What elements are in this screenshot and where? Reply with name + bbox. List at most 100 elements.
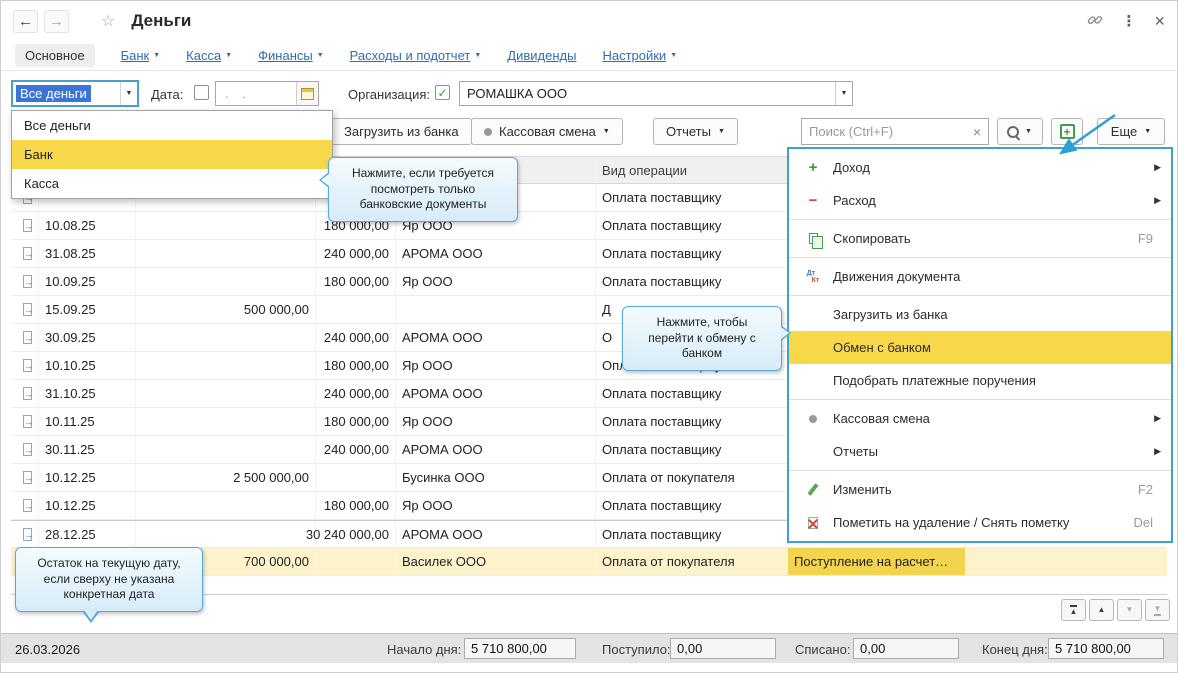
cell-date[interactable]: 31.08.25 [39, 240, 136, 267]
cell-operation[interactable]: Оплата поставщику [596, 492, 788, 519]
cell-operation[interactable]: Оплата поставщику [596, 436, 788, 463]
cell-counterparty[interactable]: Яр ООО [396, 408, 596, 435]
forward-button[interactable]: → [44, 9, 69, 33]
cell-operation[interactable]: Оплата поставщику [596, 212, 788, 239]
cell-amount-in[interactable] [136, 408, 316, 435]
date-checkbox[interactable] [194, 85, 209, 100]
menu-item-expense[interactable]: Расход ▶ [789, 184, 1171, 217]
cell-counterparty[interactable]: АРОМА ООО [396, 521, 596, 547]
cell-counterparty[interactable]: Яр ООО [396, 268, 596, 295]
back-button[interactable]: ← [13, 9, 38, 33]
menu-item-document-movements[interactable]: Движения документа [789, 260, 1171, 293]
date-field[interactable]: . . [215, 81, 319, 106]
menu-item-load-from-bank[interactable]: Загрузить из банка [789, 298, 1171, 331]
menu-item-reports[interactable]: Отчеты ▶ [789, 435, 1171, 468]
cell-amount-in[interactable]: 500 000,00 [136, 296, 316, 323]
link-icon[interactable] [1087, 12, 1103, 31]
first-row-button[interactable]: ▲ [1061, 599, 1086, 621]
cell-operation[interactable]: Оплата поставщику [596, 240, 788, 267]
clear-search-icon[interactable]: × [973, 124, 981, 140]
organization-checkbox[interactable] [435, 85, 450, 100]
cell-counterparty[interactable]: Яр ООО [396, 352, 596, 379]
menu-item-cash-shift[interactable]: Кассовая смена ▶ [789, 402, 1171, 435]
cell-amount-in[interactable] [136, 380, 316, 407]
cell-operation[interactable]: Оплата поставщику [596, 521, 788, 547]
cell-amount-in[interactable] [136, 240, 316, 267]
menu-item-edit[interactable]: Изменить F2 [789, 473, 1171, 506]
cell-amount-out[interactable]: 180 000,00 [316, 492, 396, 519]
menu-item-copy[interactable]: Скопировать F9 [789, 222, 1171, 255]
cell-counterparty[interactable] [396, 296, 596, 323]
more-menu-icon[interactable]: ⋮ [1121, 12, 1136, 30]
cell-date[interactable]: 10.12.25 [39, 492, 136, 519]
tab-dividends[interactable]: Дивиденды [507, 48, 576, 63]
cell-amount-out[interactable] [316, 464, 396, 491]
cell-amount-in[interactable] [136, 352, 316, 379]
tab-finance[interactable]: Финансы ▼ [258, 48, 324, 63]
tab-settings[interactable]: Настройки ▼ [602, 48, 677, 63]
load-from-bank-button[interactable]: Загрузить из банка [331, 118, 472, 145]
cell-amount-out[interactable]: 240 000,00 [316, 380, 396, 407]
money-filter-combobox[interactable]: Все деньги ▼ [11, 80, 139, 107]
tab-bank[interactable]: Банк ▼ [121, 48, 161, 63]
cell-counterparty[interactable]: Бусинка ООО [396, 464, 596, 491]
cell-amount-in[interactable] [136, 521, 316, 547]
cell-amount-out[interactable]: 240 000,00 [316, 240, 396, 267]
cell-date[interactable]: 30.09.25 [39, 324, 136, 351]
favorite-star-icon[interactable]: ☆ [101, 11, 115, 31]
cell-counterparty[interactable]: АРОМА ООО [396, 436, 596, 463]
tab-cash[interactable]: Касса ▼ [186, 48, 232, 63]
cell-date[interactable]: 10.12.25 [39, 464, 136, 491]
cell-counterparty[interactable]: Василек ООО [396, 548, 596, 575]
cell-doc-type-focused[interactable]: Поступление на расчет… [788, 548, 966, 575]
cell-date[interactable]: 10.09.25 [39, 268, 136, 295]
cell-amount-out[interactable]: 180 000,00 [316, 352, 396, 379]
next-row-button[interactable]: ▼ [1117, 599, 1142, 621]
cell-operation[interactable]: Оплата от покупателя [596, 548, 788, 575]
cell-operation[interactable]: Оплата поставщику [596, 408, 788, 435]
organization-combobox[interactable]: РОМАШКА ООО ▼ [459, 81, 853, 106]
cell-amount-out[interactable] [316, 548, 396, 575]
cell-operation[interactable]: Оплата поставщику [596, 380, 788, 407]
search-input[interactable]: Поиск (Ctrl+F) × [801, 118, 989, 145]
cash-shift-button[interactable]: Кассовая смена ▼ [471, 118, 623, 145]
cell-date[interactable]: 28.12.25 [39, 521, 136, 547]
cell-date[interactable]: 10.10.25 [39, 352, 136, 379]
tab-main[interactable]: Основное [15, 44, 95, 67]
cell-operation[interactable]: Оплата поставщику [596, 184, 788, 211]
cell-counterparty[interactable]: АРОМА ООО [396, 240, 596, 267]
menu-item-pick-payment-orders[interactable]: Подобрать платежные поручения [789, 364, 1171, 397]
option-bank[interactable]: Банк [12, 140, 332, 169]
cell-counterparty[interactable]: Яр ООО [396, 492, 596, 519]
cell-date[interactable]: 31.10.25 [39, 380, 136, 407]
cell-amount-out[interactable]: 180 000,00 [316, 408, 396, 435]
cell-amount-out[interactable]: 30 240 000,00 [306, 521, 396, 547]
last-row-button[interactable]: ▼ [1145, 599, 1170, 621]
cell-amount-in[interactable] [136, 212, 316, 239]
cell-amount-out[interactable]: 240 000,00 [316, 436, 396, 463]
cell-amount-out[interactable]: 240 000,00 [316, 324, 396, 351]
menu-item-mark-for-deletion[interactable]: Пометить на удаление / Снять пометку Del [789, 506, 1171, 539]
cell-amount-in[interactable] [136, 492, 316, 519]
cell-amount-in[interactable] [136, 436, 316, 463]
cell-amount-out[interactable]: 180 000,00 [316, 268, 396, 295]
tab-expenses[interactable]: Расходы и подотчет ▼ [350, 48, 482, 63]
cell-amount-in[interactable]: 2 500 000,00 [136, 464, 316, 491]
cell-amount-out[interactable] [316, 296, 396, 323]
cell-date[interactable]: 10.11.25 [39, 408, 136, 435]
header-operation[interactable]: Вид операции [596, 157, 788, 183]
cell-date[interactable]: 30.11.25 [39, 436, 136, 463]
option-cash[interactable]: Касса [12, 169, 332, 198]
cell-date[interactable]: 10.08.25 [39, 212, 136, 239]
reports-button[interactable]: Отчеты ▼ [653, 118, 738, 145]
cell-counterparty[interactable]: АРОМА ООО [396, 380, 596, 407]
menu-item-bank-exchange[interactable]: Обмен с банком [789, 331, 1171, 364]
previous-row-button[interactable]: ▲ [1089, 599, 1114, 621]
close-icon[interactable]: × [1154, 12, 1165, 30]
cell-amount-in[interactable] [136, 324, 316, 351]
cell-operation[interactable]: Оплата поставщику [596, 268, 788, 295]
calendar-button[interactable] [296, 82, 318, 105]
cell-amount-in[interactable] [136, 268, 316, 295]
combobox-arrow-icon[interactable]: ▼ [835, 82, 852, 105]
cell-date[interactable]: 15.09.25 [39, 296, 136, 323]
